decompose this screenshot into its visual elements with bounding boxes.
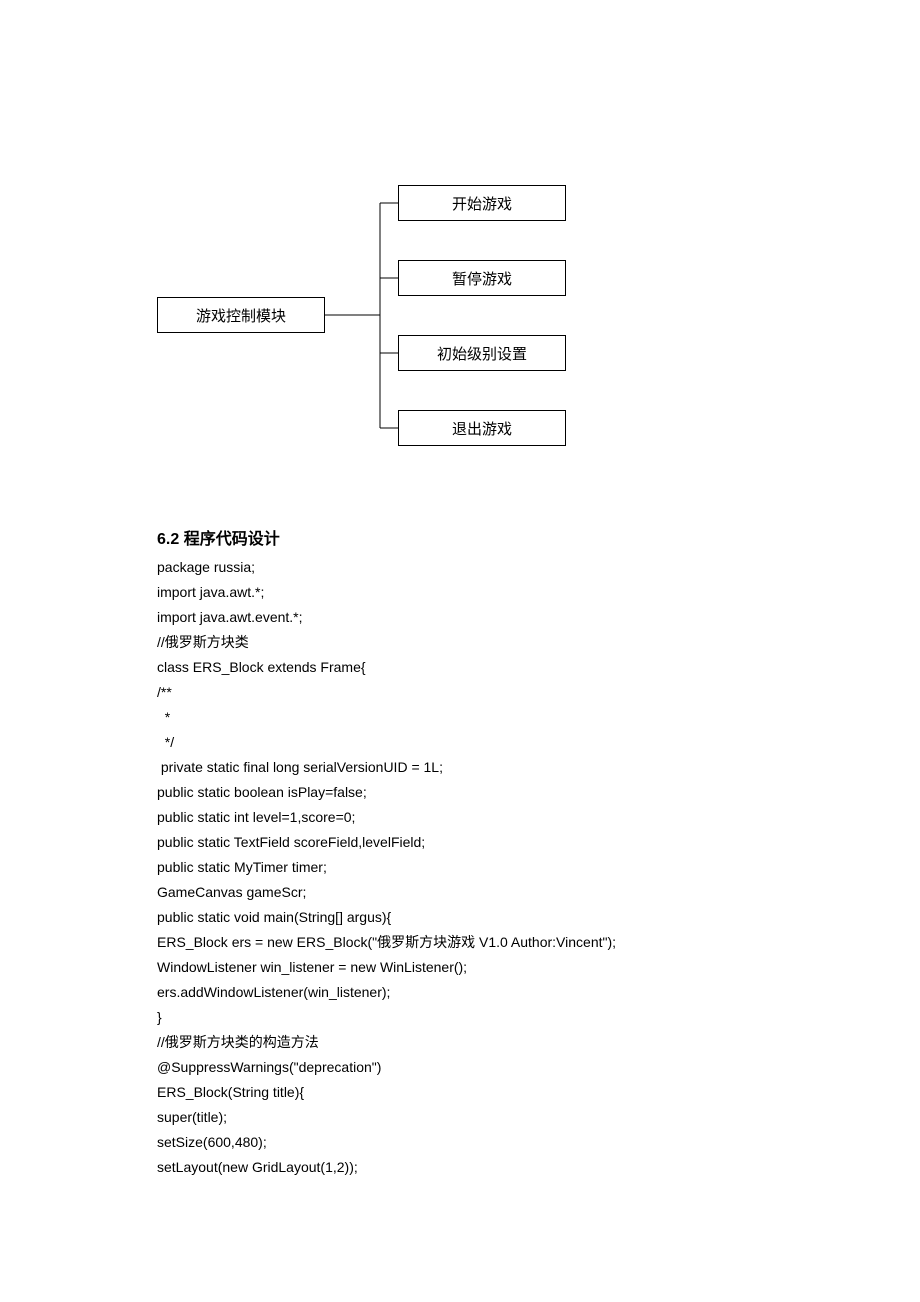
code-line: @SuppressWarnings("deprecation") bbox=[157, 1055, 767, 1080]
code-line: class ERS_Block extends Frame{ bbox=[157, 655, 767, 680]
code-line: private static final long serialVersionU… bbox=[157, 755, 767, 780]
diagram-leaf-box: 退出游戏 bbox=[398, 410, 566, 446]
hierarchy-diagram: 游戏控制模块 开始游戏 暂停游戏 初始级别设置 退出游戏 bbox=[0, 0, 920, 460]
content-section: 6.2 程序代码设计 package russia;import java.aw… bbox=[157, 525, 767, 1180]
connector-lines bbox=[0, 0, 920, 460]
code-line: package russia; bbox=[157, 555, 767, 580]
code-line: public static void main(String[] argus){ bbox=[157, 905, 767, 930]
code-line: ERS_Block(String title){ bbox=[157, 1080, 767, 1105]
code-line: /** bbox=[157, 680, 767, 705]
code-line: */ bbox=[157, 730, 767, 755]
code-line: setSize(600,480); bbox=[157, 1130, 767, 1155]
diagram-leaf-label: 初始级别设置 bbox=[437, 343, 527, 364]
code-line: * bbox=[157, 705, 767, 730]
code-line: public static MyTimer timer; bbox=[157, 855, 767, 880]
code-line: GameCanvas gameScr; bbox=[157, 880, 767, 905]
code-line: public static boolean isPlay=false; bbox=[157, 780, 767, 805]
code-line: ERS_Block ers = new ERS_Block("俄罗斯方块游戏 V… bbox=[157, 930, 767, 955]
code-line: public static TextField scoreField,level… bbox=[157, 830, 767, 855]
diagram-leaf-box: 开始游戏 bbox=[398, 185, 566, 221]
diagram-leaf-label: 开始游戏 bbox=[452, 193, 512, 214]
code-line: //俄罗斯方块类 bbox=[157, 630, 767, 655]
code-line: super(title); bbox=[157, 1105, 767, 1130]
code-line: //俄罗斯方块类的构造方法 bbox=[157, 1030, 767, 1055]
code-line: public static int level=1,score=0; bbox=[157, 805, 767, 830]
code-block: package russia;import java.awt.*;import … bbox=[157, 555, 767, 1180]
diagram-leaf-label: 暂停游戏 bbox=[452, 268, 512, 289]
diagram-leaf-box: 初始级别设置 bbox=[398, 335, 566, 371]
code-line: WindowListener win_listener = new WinLis… bbox=[157, 955, 767, 980]
code-line: ers.addWindowListener(win_listener); bbox=[157, 980, 767, 1005]
diagram-leaf-box: 暂停游戏 bbox=[398, 260, 566, 296]
code-line: import java.awt.event.*; bbox=[157, 605, 767, 630]
code-line: } bbox=[157, 1005, 767, 1030]
code-line: setLayout(new GridLayout(1,2)); bbox=[157, 1155, 767, 1180]
section-heading: 6.2 程序代码设计 bbox=[157, 525, 767, 549]
diagram-root-box: 游戏控制模块 bbox=[157, 297, 325, 333]
diagram-leaf-label: 退出游戏 bbox=[452, 418, 512, 439]
diagram-root-label: 游戏控制模块 bbox=[196, 305, 286, 326]
code-line: import java.awt.*; bbox=[157, 580, 767, 605]
